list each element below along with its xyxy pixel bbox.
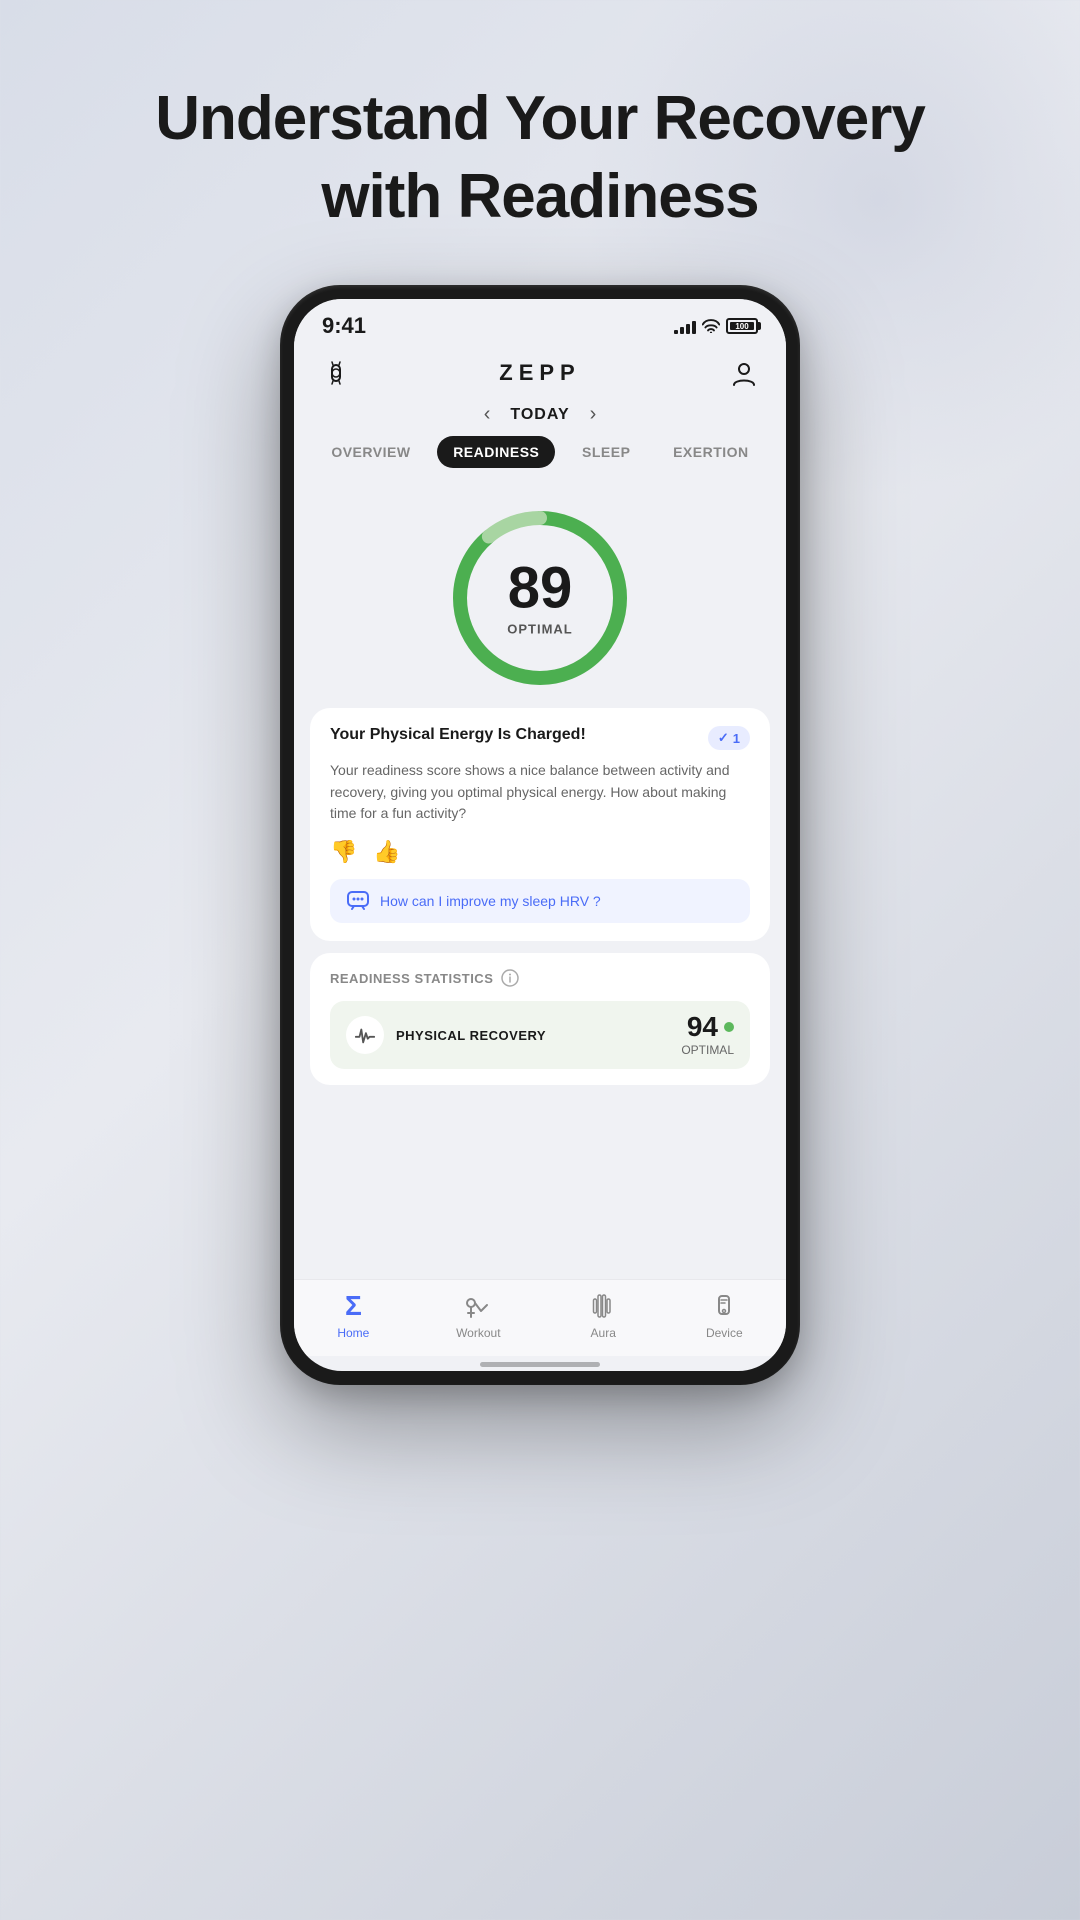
next-date-button[interactable]: ›	[590, 403, 597, 426]
physical-recovery-row[interactable]: PHYSICAL RECOVERY 94 OPTIMAL	[330, 1001, 750, 1069]
physical-recovery-dot	[724, 1022, 734, 1032]
nav-label-workout: Workout	[456, 1326, 500, 1340]
feedback-icons: 👎 👍	[330, 839, 750, 865]
energy-card-body: Your readiness score shows a nice balanc…	[330, 760, 750, 825]
nav-label-aura: Aura	[591, 1326, 616, 1340]
nav-item-device[interactable]: Device	[706, 1290, 743, 1340]
badge-count: 1	[733, 731, 740, 746]
physical-recovery-icon	[346, 1016, 384, 1054]
card-header: Your Physical Energy Is Charged! ✓ 1	[330, 726, 750, 750]
app-logo: ZEPP	[499, 360, 580, 386]
status-bar: 9:41 100	[294, 299, 786, 347]
score-value: 89	[507, 560, 573, 618]
aura-icon	[587, 1290, 619, 1322]
status-time: 9:41	[322, 313, 366, 339]
home-indicator	[480, 1362, 600, 1367]
score-label: OPTIMAL	[507, 622, 573, 637]
tab-overview[interactable]: OVERVIEW	[315, 436, 426, 468]
score-center: 89 OPTIMAL	[507, 560, 573, 637]
readiness-stats-card: READINESS STATISTICS PHYSICAL RECOVERY	[310, 953, 770, 1085]
cards-area: Your Physical Energy Is Charged! ✓ 1 You…	[294, 708, 786, 1279]
thumbs-up-button[interactable]: 👍	[373, 839, 400, 865]
battery-icon: 100	[726, 318, 758, 334]
thumbs-down-button[interactable]: 👎	[330, 839, 357, 865]
watch-icon[interactable]	[318, 355, 354, 391]
energy-card: Your Physical Energy Is Charged! ✓ 1 You…	[310, 708, 770, 941]
physical-recovery-sublabel: OPTIMAL	[681, 1043, 734, 1057]
app-header: ZEPP	[294, 347, 786, 399]
nav-label-device: Device	[706, 1326, 743, 1340]
energy-badge: ✓ 1	[708, 726, 750, 750]
tab-readiness[interactable]: READINESS	[437, 436, 555, 468]
date-label: TODAY	[510, 406, 569, 424]
nav-item-aura[interactable]: Aura	[587, 1290, 619, 1340]
stats-title: READINESS STATISTICS	[330, 971, 493, 986]
signal-icon	[674, 318, 696, 334]
score-ring: 89 OPTIMAL	[440, 498, 640, 698]
prev-date-button[interactable]: ‹	[484, 403, 491, 426]
energy-card-title: Your Physical Energy Is Charged!	[330, 726, 586, 744]
status-icons: 100	[674, 318, 758, 334]
date-nav: ‹ TODAY ›	[294, 399, 786, 436]
profile-icon[interactable]	[726, 355, 762, 391]
info-icon	[501, 969, 519, 987]
wifi-icon	[702, 319, 720, 333]
tabs-bar: OVERVIEW READINESS SLEEP EXERTION	[294, 436, 786, 478]
nav-label-home: Home	[337, 1326, 369, 1340]
ai-chat-button[interactable]: How can I improve my sleep HRV ?	[330, 879, 750, 923]
ai-chat-icon	[346, 889, 370, 913]
tab-exertion[interactable]: EXERTION	[657, 436, 765, 468]
physical-recovery-label: PHYSICAL RECOVERY	[396, 1028, 669, 1043]
nav-item-home[interactable]: Σ Home	[337, 1290, 369, 1340]
score-section: 89 OPTIMAL	[294, 478, 786, 708]
nav-item-workout[interactable]: Workout	[456, 1290, 500, 1340]
page-title: Understand Your Recovery with Readiness	[155, 80, 925, 235]
phone-screen: 9:41 100	[294, 299, 786, 1371]
workout-icon	[462, 1290, 494, 1322]
physical-recovery-value: 94	[687, 1013, 718, 1041]
ai-chat-text: How can I improve my sleep HRV ?	[380, 893, 601, 909]
home-icon: Σ	[337, 1290, 369, 1322]
device-icon	[708, 1290, 740, 1322]
tab-sleep[interactable]: SLEEP	[566, 436, 646, 468]
phone-frame: 9:41 100	[280, 285, 800, 1385]
bottom-nav: Σ Home Workout	[294, 1279, 786, 1356]
stats-header: READINESS STATISTICS	[330, 969, 750, 987]
physical-recovery-value-area: 94 OPTIMAL	[681, 1013, 734, 1057]
